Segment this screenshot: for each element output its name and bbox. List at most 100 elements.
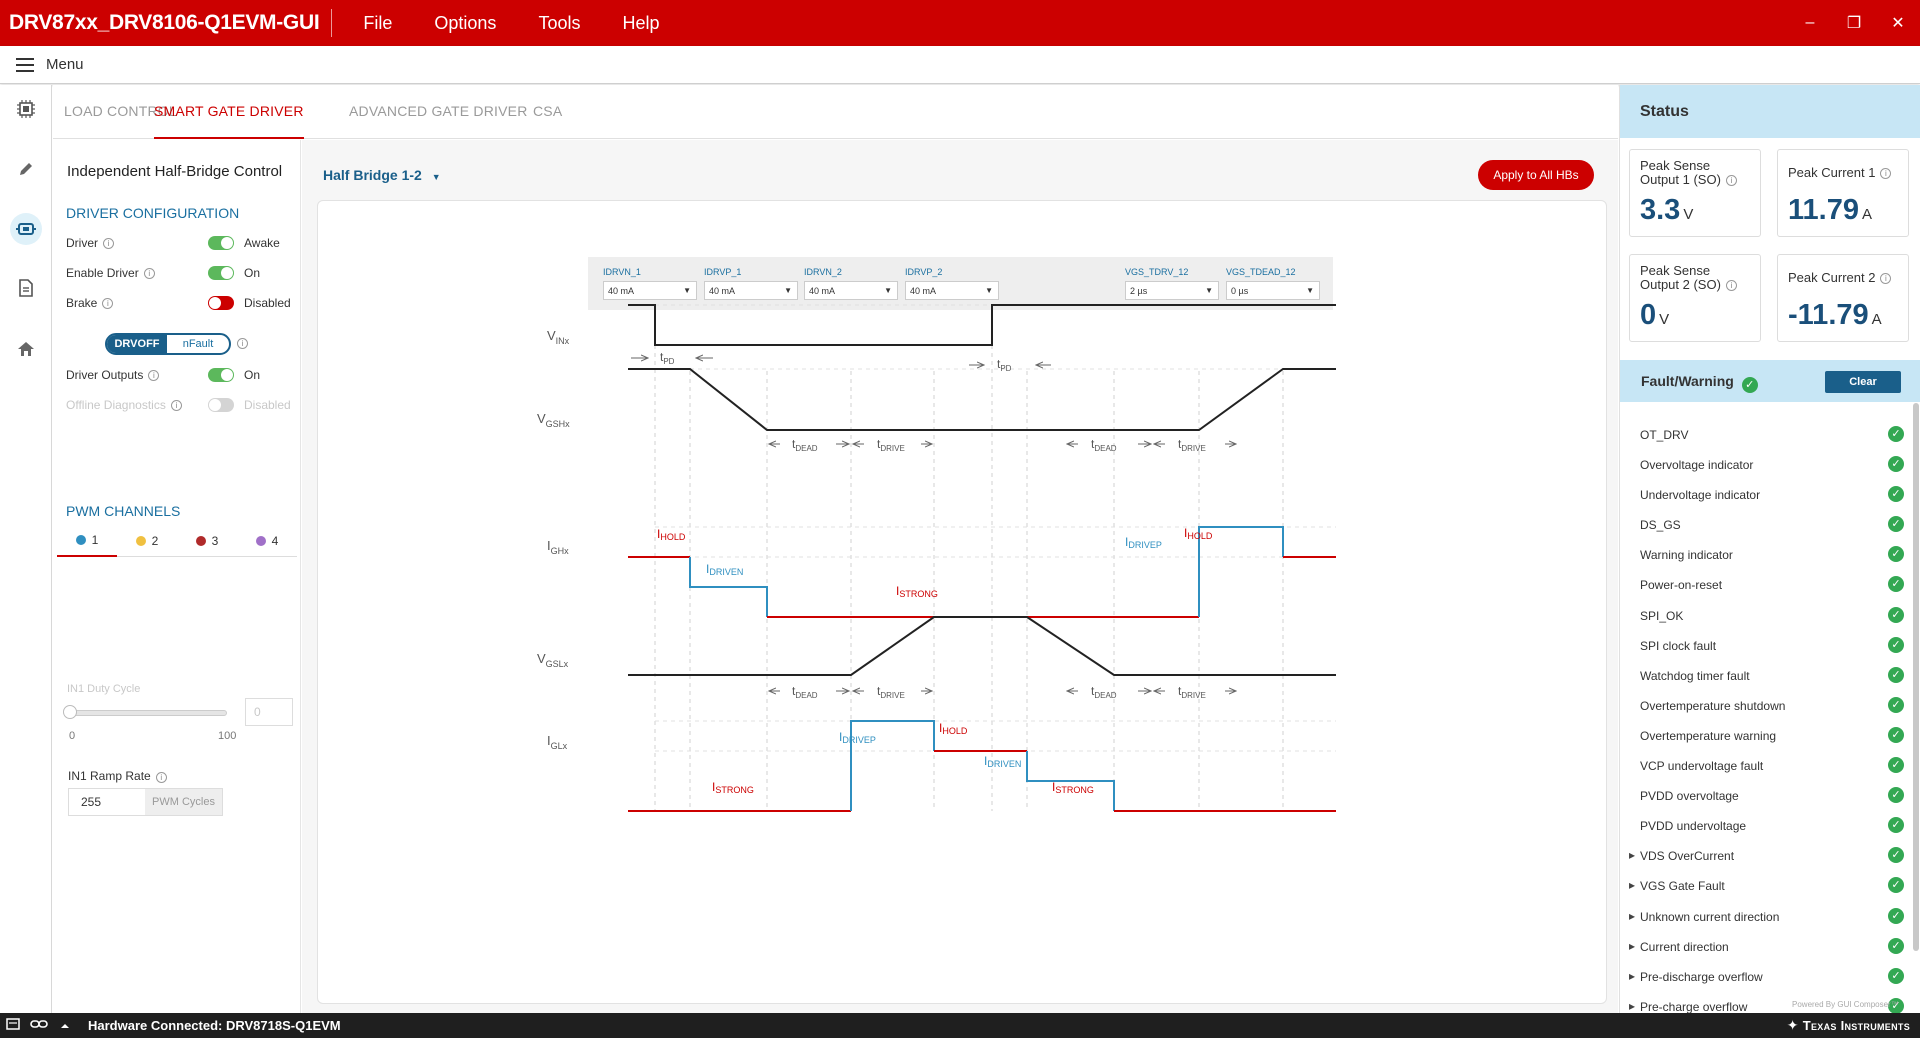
duty-cycle-slider[interactable] <box>67 710 227 716</box>
panel-title: Independent Half-Bridge Control <box>67 163 283 180</box>
idrvp-1-select[interactable]: 40 mA <box>704 281 798 300</box>
gate-driver-icon[interactable] <box>10 213 42 245</box>
chevron-down-icon[interactable]: ▼ <box>432 172 441 182</box>
hamburger-icon[interactable] <box>16 57 34 72</box>
card-value: -11.79 A <box>1788 299 1882 331</box>
label-vgshx: VGSHx <box>537 411 570 429</box>
label-vinx: VINx <box>547 328 570 346</box>
duty-cycle-label: IN1 Duty Cycle <box>67 683 141 695</box>
fault-label: Undervoltage indicator <box>1640 488 1761 503</box>
info-icon[interactable]: i <box>237 338 248 349</box>
info-icon[interactable]: i <box>1880 168 1892 179</box>
info-icon[interactable]: i <box>102 298 114 309</box>
fault-item[interactable]: VGS Gate Fault ✓ <box>1620 871 1910 901</box>
fault-label: Power-on-reset <box>1640 578 1723 593</box>
offline-diagnostics-value: Disabled <box>244 398 291 412</box>
enable-driver-row: Enable Driver i On <box>66 263 296 283</box>
document-icon[interactable] <box>10 272 42 304</box>
slider-handle[interactable] <box>63 705 77 719</box>
ramp-rate-value[interactable]: 255 <box>69 789 145 815</box>
param-idrvp-2: IDRVP_2 40 mA <box>905 267 999 300</box>
vgsl-waveform <box>628 616 1336 676</box>
idrvn-2-select[interactable]: 40 mA <box>804 281 898 300</box>
fault-list-scrollbar[interactable] <box>1913 403 1919 951</box>
label-ighx: IGHx <box>547 538 569 556</box>
link-icon[interactable] <box>26 1018 52 1033</box>
param-vgs-tdrv-12: VGS_TDRV_12 2 µs <box>1125 267 1219 300</box>
nfault-option[interactable]: nFault <box>167 335 229 353</box>
chevron-up-icon[interactable] <box>52 1018 78 1033</box>
tab-csa[interactable]: CSA <box>533 85 562 139</box>
ramp-rate-input[interactable]: 255 PWM Cycles <box>68 788 223 816</box>
pencil-icon[interactable] <box>10 153 42 185</box>
driver-outputs-value: On <box>244 368 261 382</box>
brake-value: Disabled <box>244 296 291 310</box>
fault-label: VCP undervoltage fault <box>1640 759 1764 774</box>
fault-item: Warning indicator ✓ <box>1620 540 1910 570</box>
menu-label[interactable]: Menu <box>46 56 84 73</box>
vgs-tdrv-12-select[interactable]: 2 µs <box>1125 281 1219 300</box>
pwm-tab-4[interactable]: 4 <box>237 525 297 557</box>
fault-item[interactable]: Unknown current direction ✓ <box>1620 902 1910 932</box>
minimize-button[interactable]: – <box>1788 14 1832 32</box>
pwm-tab-2[interactable]: 2 <box>117 525 177 557</box>
app-title: DRV87xx_DRV8106-Q1EVM-GUI <box>9 11 320 34</box>
status-title: Status <box>1620 85 1920 138</box>
time-guides <box>654 313 1284 811</box>
driver-toggle[interactable] <box>208 236 234 250</box>
info-icon[interactable]: i <box>1880 273 1892 284</box>
info-icon[interactable]: i <box>155 772 167 783</box>
notepad-icon[interactable] <box>0 1018 26 1033</box>
tpd-arrows <box>631 358 1051 365</box>
duty-cycle-input[interactable]: 0 <box>245 698 293 726</box>
brake-toggle[interactable] <box>208 296 234 310</box>
half-bridge-value[interactable]: Half Bridge 1-2 <box>323 167 422 183</box>
check-circle-icon: ✓ <box>1888 907 1904 924</box>
info-icon[interactable]: i <box>1725 175 1737 186</box>
info-icon[interactable]: i <box>148 370 160 381</box>
menu-file[interactable]: File <box>342 13 413 34</box>
apply-all-button[interactable]: Apply to All HBs <box>1478 160 1594 190</box>
powered-by-label: Powered By GUI Composer™ <box>1792 1000 1899 1009</box>
home-icon[interactable] <box>10 333 42 365</box>
main-content: Half Bridge 1-2 ▼ Apply to All HBs IDRVN… <box>302 140 1618 1013</box>
menu-options[interactable]: Options <box>413 13 517 34</box>
fault-item[interactable]: VDS OverCurrent ✓ <box>1620 841 1910 871</box>
fault-label: VGS Gate Fault <box>1629 878 1725 893</box>
pwm-tab-1[interactable]: 1 <box>57 525 117 557</box>
tab-advanced-gate-driver[interactable]: ADVANCED GATE DRIVER <box>349 85 528 139</box>
info-icon[interactable]: i <box>1725 280 1737 291</box>
half-bridge-select[interactable]: Half Bridge 1-2 ▼ <box>323 167 441 183</box>
driver-outputs-toggle[interactable] <box>208 368 234 382</box>
menu-help[interactable]: Help <box>601 13 680 34</box>
restore-button[interactable]: ❐ <box>1832 13 1876 33</box>
close-button[interactable]: ✕ <box>1876 13 1920 33</box>
menu-tools[interactable]: Tools <box>517 13 601 34</box>
label-idrivep: IDRIVEP <box>1125 535 1162 550</box>
vgs-tdead-12-select[interactable]: 0 µs <box>1226 281 1320 300</box>
label-idriven: IDRIVEN <box>706 562 743 577</box>
timing-diagram-card: IDRVN_140 mA IDRVP_140 mA IDRVN_240 mA I… <box>317 200 1607 1004</box>
drvoff-option[interactable]: DRVOFF <box>107 335 167 353</box>
pwm-tab-3[interactable]: 3 <box>177 525 237 557</box>
offline-diagnostics-row: Offline Diagnostics i Disabled <box>66 395 296 415</box>
info-icon[interactable]: i <box>103 238 114 249</box>
fault-item[interactable]: Current direction ✓ <box>1620 932 1910 962</box>
fault-item: PVDD undervoltage ✓ <box>1620 811 1910 841</box>
fault-item[interactable]: Pre-discharge overflow ✓ <box>1620 962 1910 992</box>
chip-icon[interactable] <box>10 93 42 125</box>
enable-driver-toggle[interactable] <box>208 266 234 280</box>
pwm-channel-tabs: 1 2 3 4 <box>57 525 297 557</box>
idrvn-1-select[interactable]: 40 mA <box>603 281 697 300</box>
clear-faults-button[interactable]: Clear <box>1825 371 1901 393</box>
tab-smart-gate-driver[interactable]: SMART GATE DRIVER <box>154 85 304 139</box>
drvoff-nfault-switch[interactable]: DRVOFF nFault <box>105 333 231 355</box>
label-tdrive: tDRIVE <box>877 437 905 453</box>
driver-config-heading: DRIVER CONFIGURATION <box>66 205 240 221</box>
label-tdead: tDEAD <box>1091 437 1117 453</box>
peak-current-2-card: Peak Current 2i -11.79 A <box>1777 254 1909 342</box>
info-icon[interactable]: i <box>143 268 155 279</box>
check-circle-icon: ✓ <box>1888 666 1904 683</box>
driver-label: Driver <box>66 236 98 250</box>
idrvp-2-select[interactable]: 40 mA <box>905 281 999 300</box>
